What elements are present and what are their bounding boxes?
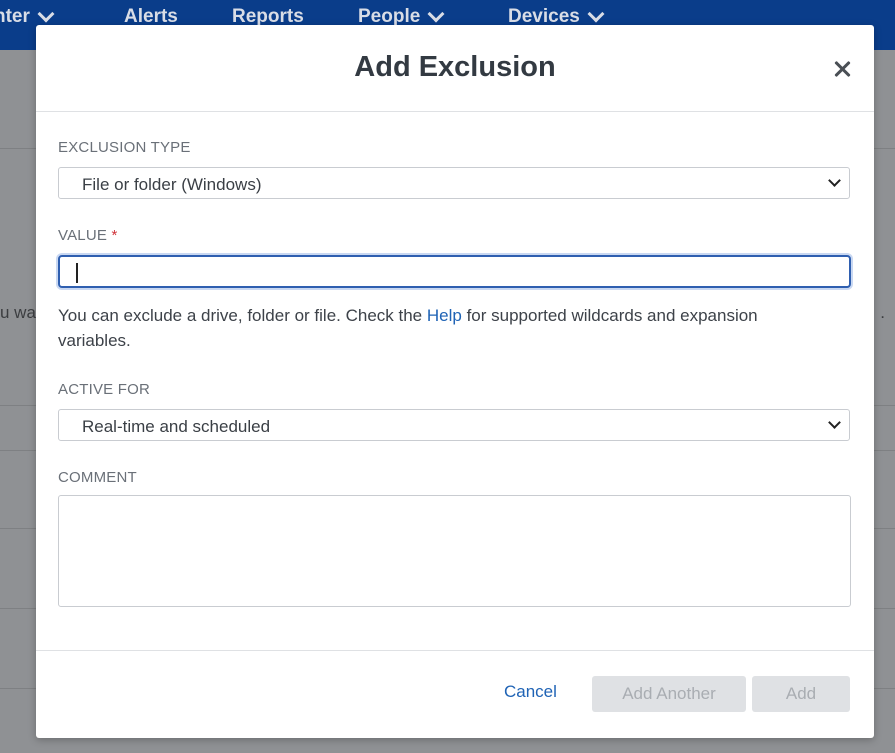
exclusion-type-select[interactable]: File or folder (Windows) (58, 167, 850, 199)
footer-divider (36, 650, 874, 651)
background-text: u wa (0, 303, 36, 322)
comment-label: COMMENT (58, 469, 137, 486)
active-for-value: Real-time and scheduled (82, 417, 271, 436)
exclusion-type-value: File or folder (Windows) (82, 175, 262, 194)
help-text-before: You can exclude a drive, folder or file.… (58, 306, 427, 325)
dialog-header: Add Exclusion (36, 25, 874, 112)
value-input[interactable] (58, 255, 851, 288)
add-button[interactable]: Add (752, 676, 850, 712)
background-text-right: . (880, 303, 885, 322)
active-for-label: ACTIVE FOR (58, 381, 151, 398)
comment-textarea[interactable] (58, 495, 851, 607)
required-mark: * (111, 227, 118, 244)
chevron-down-icon (587, 5, 605, 23)
exclusion-type-label: EXCLUSION TYPE (58, 139, 191, 156)
add-another-button[interactable]: Add Another (592, 676, 746, 712)
chevron-down-icon (427, 5, 445, 23)
value-label: VALUE * (58, 227, 118, 244)
add-exclusion-dialog: Add Exclusion EXCLUSION TYPE File or fol… (36, 25, 874, 738)
cancel-button[interactable]: Cancel (504, 682, 557, 702)
active-for-select[interactable]: Real-time and scheduled (58, 409, 850, 441)
chevron-down-icon (828, 416, 841, 429)
value-help-text: You can exclude a drive, folder or file.… (58, 303, 818, 353)
chevron-down-icon (37, 5, 55, 23)
nav-item-label: nter (0, 6, 30, 27)
chevron-down-icon (828, 174, 841, 187)
close-icon[interactable] (832, 59, 852, 79)
help-link[interactable]: Help (427, 306, 462, 325)
text-cursor (76, 263, 78, 283)
dialog-title: Add Exclusion (354, 51, 556, 83)
value-label-text: VALUE (58, 227, 108, 244)
